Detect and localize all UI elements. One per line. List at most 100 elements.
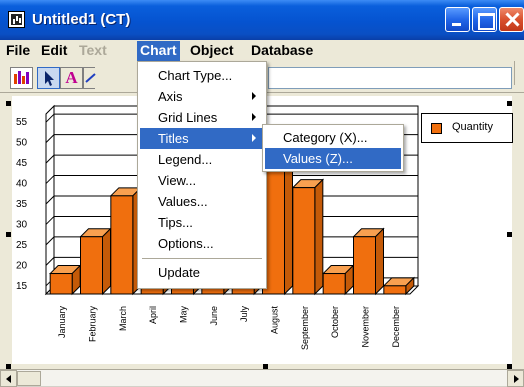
menu-object[interactable]: Object [187,41,237,61]
menu-item-label: Values (Z)... [283,151,353,166]
legend-label: Quantity [452,121,493,133]
x-tick-label: March [118,306,128,331]
chart-menu: Chart Type... Axis Grid Lines Titles Leg… [137,61,267,289]
minimize-button[interactable] [445,7,470,32]
menu-item-label: Update [158,265,200,280]
bar [49,273,73,295]
y-tick-label: 30 [16,219,28,230]
menu-item-tips[interactable]: Tips... [140,212,264,233]
bar [292,187,316,295]
y-tick-label: 35 [16,199,28,210]
selection-handle[interactable] [507,101,512,106]
line-tool-icon[interactable] [83,67,96,89]
gridline-slant [45,195,55,205]
x-tick-label: April [148,306,158,324]
y-tick-label: 15 [16,281,28,292]
menu-separator [142,258,262,259]
menu-item-label: Chart Type... [158,68,233,83]
menu-item-label: Legend... [158,152,213,167]
gridline-slant [45,113,55,123]
scroll-left-button[interactable] [0,370,17,387]
y-tick-label: 25 [16,240,28,251]
application-window: Untitled1 (CT) File Edit Text Chart Obje… [0,0,524,387]
close-button[interactable] [499,7,524,32]
menu-item-options[interactable]: Options... [140,233,264,254]
legend-swatch [431,123,442,134]
menu-item-label: Grid Lines [158,110,218,125]
gridline-slant [45,154,55,164]
x-tick-label: June [209,306,219,326]
vertical-scrollbar[interactable] [514,61,524,85]
x-tick-label: July [239,306,249,323]
text-tool-icon[interactable]: A [60,67,83,89]
x-tick-label: December [391,306,401,348]
bar [80,236,103,295]
titles-submenu: Category (X)... Values (Z)... [262,124,404,172]
y-tick-label: 50 [16,138,28,149]
bar [110,195,134,295]
horizontal-scrollbar[interactable] [0,369,524,387]
gridline-slant [45,236,55,246]
menu-item-grid-lines[interactable]: Grid Lines [140,107,264,128]
bar [353,236,376,295]
menu-item-label: Titles [158,131,189,146]
x-tick-label: August [270,306,280,335]
submenu-arrow-icon [252,134,256,142]
selection-handle[interactable] [6,232,11,237]
menu-chart[interactable]: Chart [137,41,180,61]
title-bar[interactable]: Untitled1 (CT) [0,0,524,40]
submenu-arrow-icon [252,92,256,100]
chart-tool-icon[interactable] [10,67,33,89]
x-tick-label: November [361,306,371,348]
menu-item-label: Tips... [158,215,193,230]
menu-item-values[interactable]: Values... [140,191,264,212]
gridline-slant [45,216,55,225]
bar [383,285,407,295]
bar [322,273,346,295]
toolbar-field[interactable] [268,67,512,89]
bar-side [375,227,384,296]
menu-item-label: View... [158,173,197,188]
maximize-button[interactable] [472,7,497,32]
chart-legend[interactable]: Quantity [421,113,513,143]
selection-handle[interactable] [507,232,512,237]
x-tick-label: January [57,306,67,339]
y-tick-label: 55 [16,117,28,128]
menu-item-label: Options... [158,236,214,251]
scroll-right-button[interactable] [507,370,524,387]
y-tick-label: 45 [16,158,28,169]
x-tick-label: February [88,306,98,343]
menu-text[interactable]: Text [76,41,110,61]
menu-item-axis[interactable]: Axis [140,86,264,107]
menu-item-titles[interactable]: Titles [140,128,264,149]
bar-side [314,178,324,296]
y-tick-label: 20 [16,260,28,271]
window-title: Untitled1 (CT) [32,11,131,28]
menu-item-update[interactable]: Update [140,262,264,283]
app-icon[interactable] [8,11,25,28]
gridline-slant [45,257,55,266]
menu-item-label: Values... [158,194,208,209]
menu-item-legend[interactable]: Legend... [140,149,264,170]
menu-item-values-z[interactable]: Values (Z)... [265,148,401,169]
x-tick-label: October [330,306,340,338]
menu-edit[interactable]: Edit [38,41,70,61]
selection-handle[interactable] [6,101,11,106]
pointer-tool-icon[interactable] [37,67,60,89]
scroll-thumb[interactable] [17,371,41,386]
gridline-slant [45,134,55,143]
menu-item-view[interactable]: View... [140,170,264,191]
menu-item-category-x[interactable]: Category (X)... [265,127,401,148]
menu-item-label: Category (X)... [283,130,368,145]
gridline-slant [45,175,55,184]
menu-item-label: Axis [158,89,183,104]
bar-side [102,227,111,296]
menu-file[interactable]: File [3,41,33,61]
menu-bar: File Edit Text Chart Object Database [0,40,524,61]
menu-database[interactable]: Database [248,41,316,61]
x-tick-label: May [179,306,189,324]
y-tick-label: 40 [16,179,28,190]
x-tick-label: September [300,306,310,350]
submenu-arrow-icon [252,113,256,121]
menu-item-chart-type[interactable]: Chart Type... [140,65,264,86]
